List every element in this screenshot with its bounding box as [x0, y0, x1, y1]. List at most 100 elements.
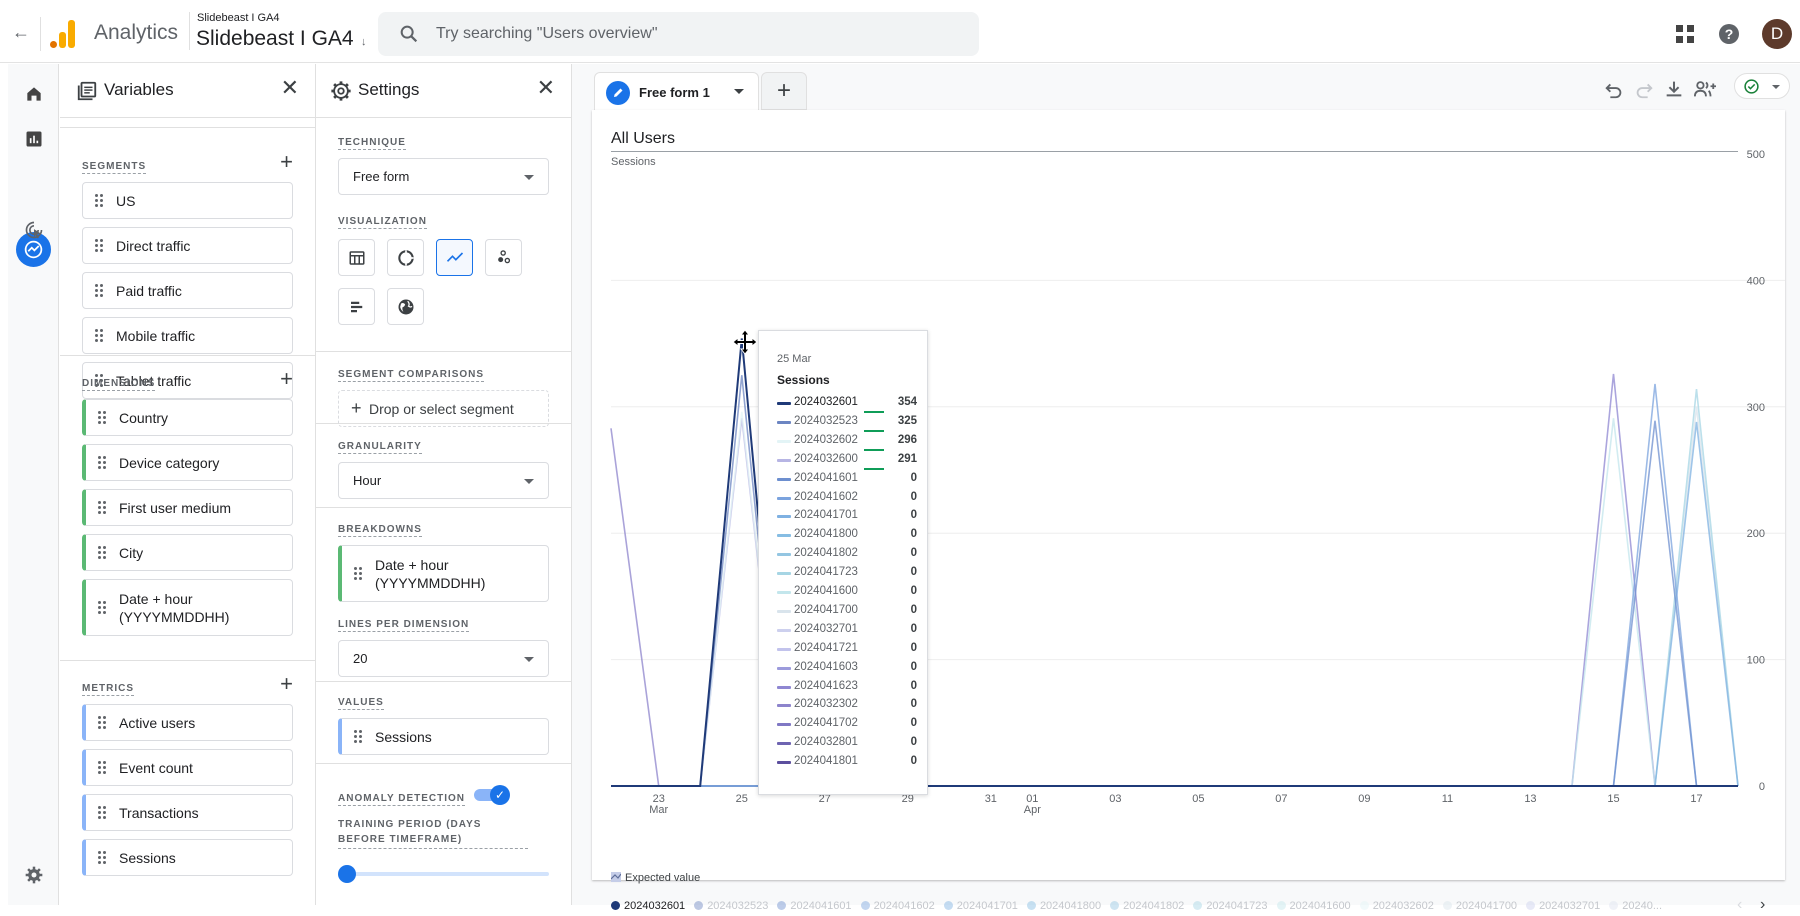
technique-section: TECHNIQUE Free form VISUALIZATION — [316, 118, 571, 352]
apps-grid-icon[interactable] — [1676, 25, 1694, 43]
drag-handle-icon[interactable] — [98, 545, 108, 560]
legend-item[interactable]: 2024041601 — [777, 900, 852, 912]
drag-handle-icon[interactable] — [95, 238, 105, 253]
breakdown-chip[interactable]: Date + hour (YYYYMMDDHH) — [338, 545, 549, 602]
dimension-chip[interactable]: Date + hour (YYYYMMDDHH) — [82, 579, 293, 636]
tooltip-row: 2024041601 0 — [777, 471, 917, 490]
legend-item[interactable]: 2024041602 — [860, 900, 935, 912]
expected-value-legend[interactable]: Expected value — [610, 872, 700, 884]
tooltip-series-value: 0 — [910, 471, 917, 484]
tab-free-form-1[interactable]: Free form 1 — [594, 72, 759, 112]
viz-line-button[interactable] — [436, 239, 473, 276]
segment-dropzone[interactable]: + Drop or select segment — [338, 390, 549, 427]
viz-geo-button[interactable] — [387, 288, 424, 325]
edit-pencil-icon[interactable] — [606, 81, 630, 105]
legend-label: 2024032602 — [1372, 900, 1434, 912]
dimension-chip[interactable]: Device category — [82, 444, 293, 481]
legend-item[interactable]: 2024041600 — [1276, 900, 1351, 912]
drag-handle-icon[interactable] — [98, 455, 108, 470]
drag-handle-icon[interactable] — [95, 283, 105, 298]
variables-panel: Variables ✕ SEGMENTS + US Direct traffic… — [60, 64, 316, 905]
technique-select[interactable]: Free form — [338, 158, 549, 195]
check-circle-icon — [1744, 79, 1759, 94]
drag-handle-icon[interactable] — [98, 760, 108, 775]
close-settings-icon[interactable]: ✕ — [537, 77, 555, 99]
tooltip-row: 2024041600 0 — [777, 584, 917, 603]
avatar[interactable]: D — [1762, 19, 1792, 49]
settings-panel: Settings ✕ TECHNIQUE Free form VISUALIZA… — [316, 64, 572, 905]
add-dimension-button[interactable]: + — [280, 368, 293, 390]
drag-handle-icon[interactable] — [98, 500, 108, 515]
drag-handle-icon[interactable] — [98, 805, 108, 820]
metric-chip[interactable]: Sessions — [82, 839, 293, 876]
viz-scatter-button[interactable] — [485, 239, 522, 276]
legend-item[interactable]: 2024041700 — [1442, 900, 1517, 912]
tooltip-series-name: 2024041601 — [794, 471, 858, 484]
dimension-chip[interactable]: First user medium — [82, 489, 293, 526]
legend-prev-icon[interactable]: ‹ — [1737, 896, 1742, 914]
viz-donut-button[interactable] — [387, 239, 424, 276]
legend-item[interactable]: 2024041701 — [943, 900, 1018, 912]
close-variables-icon[interactable]: ✕ — [281, 77, 299, 99]
tooltip-series-name: 2024041801 — [794, 755, 858, 768]
drag-handle-icon[interactable] — [95, 328, 105, 343]
tooltip-series-name: 2024041800 — [794, 528, 858, 541]
legend-item[interactable]: 2024032602 — [1359, 900, 1434, 912]
value-chip[interactable]: Sessions — [338, 718, 549, 755]
drag-handle-icon[interactable] — [354, 729, 364, 744]
add-metric-button[interactable]: + — [280, 673, 293, 695]
legend-item[interactable]: 20240... — [1609, 900, 1662, 912]
segment-chip[interactable]: US — [82, 182, 293, 219]
viz-table-button[interactable] — [338, 239, 375, 276]
globe-icon — [398, 299, 413, 314]
add-tab-button[interactable]: + — [761, 72, 807, 110]
undo-icon[interactable] — [1603, 78, 1625, 100]
drag-handle-icon[interactable] — [98, 410, 108, 425]
legend-item[interactable]: 2024041802 — [1110, 900, 1184, 912]
legend-item[interactable]: 2024032523 — [694, 900, 768, 912]
back-arrow-icon[interactable]: ← — [12, 22, 30, 43]
drag-handle-icon[interactable] — [98, 600, 108, 615]
drag-handle-icon[interactable] — [98, 850, 108, 865]
lines-per-dimension-select[interactable]: 20 — [338, 640, 549, 677]
metric-chip[interactable]: Event count — [82, 749, 293, 786]
segment-chip[interactable]: Mobile traffic — [82, 317, 293, 354]
drag-handle-icon[interactable] — [98, 715, 108, 730]
search-input[interactable]: Try searching "Users overview" — [378, 12, 979, 56]
legend-item[interactable]: 2024032701 — [1526, 900, 1600, 912]
lines-per-dimension-label: LINES PER DIMENSION — [338, 619, 470, 632]
admin-gear-icon[interactable] — [24, 865, 44, 885]
status-menu-button[interactable] — [1734, 73, 1790, 99]
legend-item[interactable]: 2024032601 — [611, 900, 685, 912]
legend-item[interactable]: 2024041723 — [1193, 900, 1268, 912]
add-segment-button[interactable]: + — [280, 151, 293, 173]
training-period-slider[interactable] — [338, 863, 549, 883]
drag-handle-icon[interactable] — [354, 566, 364, 581]
dimension-chip[interactable]: City — [82, 534, 293, 571]
legend-next-icon[interactable]: › — [1760, 896, 1765, 914]
advertising-icon[interactable] — [24, 220, 44, 240]
segment-chip[interactable]: Paid traffic — [82, 272, 293, 309]
dimension-chip[interactable]: Country — [82, 399, 293, 436]
share-users-icon[interactable] — [1692, 78, 1718, 100]
reports-icon[interactable] — [24, 129, 44, 149]
granularity-select[interactable]: Hour — [338, 462, 549, 499]
chevron-down-icon[interactable]: ↓ — [361, 36, 367, 48]
legend-item[interactable]: 2024041800 — [1026, 900, 1101, 912]
redo-icon[interactable] — [1633, 78, 1655, 100]
analytics-logo-icon[interactable] — [50, 18, 78, 48]
viz-bar-button[interactable] — [338, 288, 375, 325]
metric-chip[interactable]: Active users — [82, 704, 293, 741]
tab-menu-caret-icon[interactable] — [734, 89, 744, 94]
tooltip-series-name: 2024041701 — [794, 509, 858, 522]
tooltip-series-name: 2024041623 — [794, 679, 858, 692]
tooltip-series-value: 0 — [910, 660, 917, 673]
download-icon[interactable] — [1663, 78, 1685, 100]
metric-chip[interactable]: Transactions — [82, 794, 293, 831]
home-icon[interactable] — [24, 84, 44, 104]
anomaly-detection-toggle[interactable]: ✓ — [474, 785, 510, 805]
segment-chip[interactable]: Direct traffic — [82, 227, 293, 264]
drag-handle-icon[interactable] — [95, 193, 105, 208]
help-icon[interactable]: ? — [1719, 24, 1739, 44]
slider-thumb[interactable] — [338, 865, 356, 883]
